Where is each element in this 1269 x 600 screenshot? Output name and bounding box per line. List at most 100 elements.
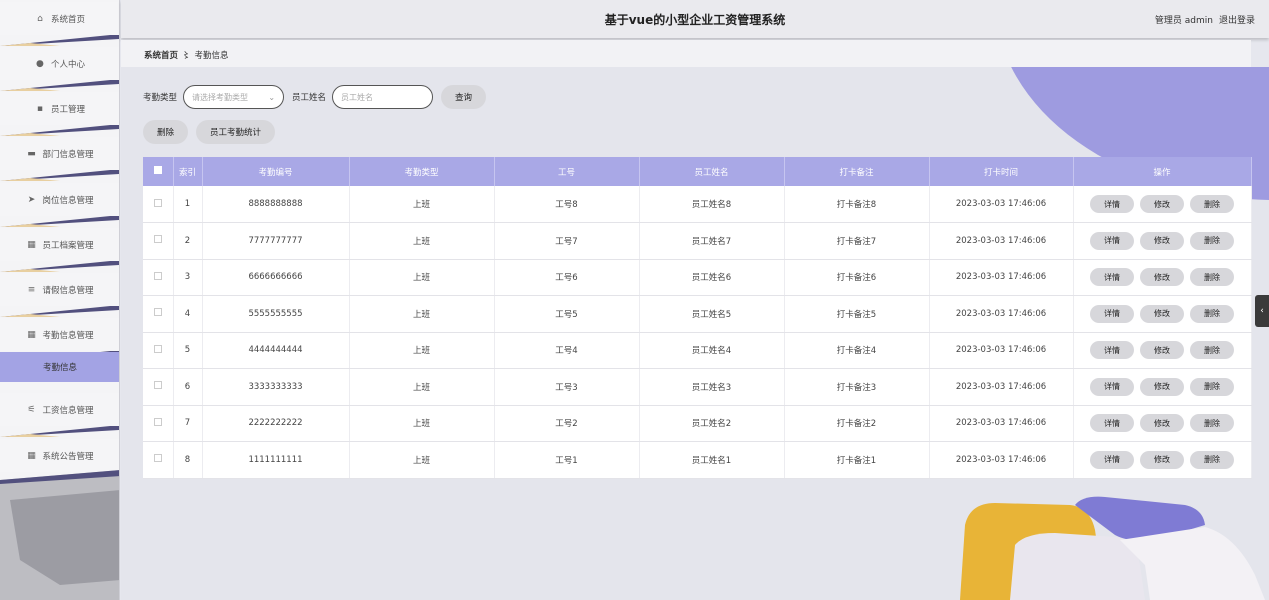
row-delete-button[interactable]: 删除: [1190, 414, 1234, 433]
column-header: 工号: [494, 157, 640, 186]
type-select[interactable]: 请选择考勤类型 ⌄: [183, 85, 285, 109]
row-delete-button[interactable]: 删除: [1190, 304, 1234, 323]
detail-button[interactable]: 详情: [1090, 414, 1134, 433]
sidebar-divider: [0, 215, 119, 227]
type-label: 考勤类型: [143, 93, 178, 103]
row-delete-button[interactable]: 删除: [1190, 450, 1234, 469]
cell-type: 上班: [349, 186, 495, 223]
sidebar-item-label: 岗位信息管理: [42, 195, 94, 206]
sidebar-divider: [0, 260, 119, 272]
edit-button[interactable]: 修改: [1140, 414, 1184, 433]
sidebar-item-7[interactable]: ≡ 请假信息管理: [0, 273, 119, 306]
sidebar-divider: [0, 34, 119, 46]
sidebar-item-4[interactable]: ▬ 部门信息管理: [0, 137, 119, 170]
detail-button[interactable]: 详情: [1090, 341, 1134, 360]
detail-button[interactable]: 详情: [1090, 377, 1134, 396]
cell-code: 4444444444: [202, 332, 350, 369]
attendance-stats-button[interactable]: 员工考勤统计: [196, 120, 276, 144]
collapse-handle[interactable]: ‹: [1255, 295, 1269, 327]
edit-button[interactable]: 修改: [1140, 341, 1184, 360]
sidebar-item-1[interactable]: ⌂ 系统首页: [0, 2, 119, 35]
cell-name: 员工姓名8: [639, 186, 785, 223]
sidebar: ⌂ 系统首页 ● 个人中心 ▪ 员工管理 ▬ 部门信息管理 ➤ 岗位信息管理 ▦ 员工档案管理 ≡ 请假信…: [0, 0, 120, 600]
edit-button[interactable]: 修改: [1140, 195, 1184, 213]
cell-idx: 5: [173, 332, 203, 369]
logout-link[interactable]: 退出登录: [1219, 13, 1255, 26]
grid-icon: ▦: [27, 329, 36, 340]
column-header: 打卡时间: [929, 157, 1074, 186]
query-button[interactable]: 查询: [441, 85, 487, 109]
row-checkbox[interactable]: [143, 441, 174, 479]
sidebar-item-10[interactable]: ▦ 系统公告管理: [0, 439, 119, 472]
menu-icon: ≡: [27, 284, 36, 295]
action-bar: 删除 员工考勤统计: [143, 120, 276, 144]
row-delete-button[interactable]: 删除: [1190, 195, 1234, 213]
row-actions: 详情 修改 删除: [1073, 405, 1252, 442]
table-row: 3 6666666666 上班 工号6 员工姓名6 打卡备注6 2023-03-03 17:…: [143, 259, 1252, 296]
cell-type: 上班: [349, 368, 495, 406]
cell-code: 2222222222: [202, 405, 350, 442]
sidebar-item-label: 个人中心: [50, 59, 85, 70]
cell-no: 工号4: [494, 332, 640, 369]
row-delete-button[interactable]: 删除: [1190, 341, 1234, 360]
cell-time: 2023-03-03 17:46:06: [929, 186, 1074, 223]
row-checkbox[interactable]: [143, 368, 174, 406]
cell-no: 工号2: [494, 405, 640, 442]
row-checkbox[interactable]: [143, 259, 174, 296]
detail-button[interactable]: 详情: [1090, 268, 1134, 287]
row-actions: 详情 修改 删除: [1073, 332, 1252, 369]
cell-idx: 1: [173, 186, 203, 223]
user-area: 管理员 admin 退出登录: [1155, 13, 1255, 26]
cell-idx: 7: [173, 405, 203, 442]
sidebar-item-9[interactable]: ⚟ 工资信息管理: [0, 393, 119, 426]
table-row: 5 4444444444 上班 工号4 员工姓名4 打卡备注4 2023-03-03 17:…: [143, 332, 1252, 369]
cell-type: 上班: [349, 222, 495, 260]
detail-button[interactable]: 详情: [1090, 231, 1134, 250]
home-icon: ⌂: [37, 13, 43, 24]
row-delete-button[interactable]: 删除: [1190, 231, 1234, 250]
grid-icon: ▦: [27, 450, 36, 461]
row-checkbox[interactable]: [143, 222, 174, 260]
row-actions: 详情 修改 删除: [1073, 295, 1252, 333]
sidebar-item-5[interactable]: ➤ 岗位信息管理: [0, 183, 119, 216]
row-checkbox[interactable]: [143, 405, 174, 442]
sidebar-decoration: [0, 470, 119, 600]
row-delete-button[interactable]: 删除: [1190, 268, 1234, 287]
detail-button[interactable]: 详情: [1090, 195, 1134, 213]
column-header: 考勤类型: [349, 157, 495, 186]
cell-code: 6666666666: [202, 259, 350, 296]
table-header-row: 索引 考勤编号 考勤类型 工号 员工姓名 打卡备注 打卡时间 操作: [143, 157, 1252, 186]
cell-no: 工号7: [494, 222, 640, 260]
row-checkbox[interactable]: [143, 332, 174, 369]
edit-button[interactable]: 修改: [1140, 450, 1184, 469]
row-checkbox[interactable]: [143, 186, 174, 223]
detail-button[interactable]: 详情: [1090, 450, 1134, 469]
cell-code: 1111111111: [202, 441, 350, 479]
type-select-placeholder: 请选择考勤类型: [192, 92, 249, 102]
sliders-icon: ⚟: [27, 404, 36, 415]
cell-time: 2023-03-03 17:46:06: [929, 295, 1074, 333]
detail-button[interactable]: 详情: [1090, 304, 1134, 323]
sidebar-item-2[interactable]: ● 个人中心: [0, 47, 119, 80]
edit-button[interactable]: 修改: [1140, 231, 1184, 250]
cell-note: 打卡备注5: [784, 295, 930, 333]
sidebar-item-8[interactable]: ▦ 考勤信息管理: [0, 318, 119, 351]
sidebar-item-3[interactable]: ▪ 员工管理: [0, 92, 119, 125]
row-checkbox[interactable]: [143, 295, 174, 333]
sidebar-subitem-attendance[interactable]: 考勤信息: [0, 352, 119, 382]
cell-type: 上班: [349, 332, 495, 369]
cell-time: 2023-03-03 17:46:06: [929, 441, 1074, 479]
row-delete-button[interactable]: 删除: [1190, 377, 1234, 396]
row-actions: 详情 修改 删除: [1073, 259, 1252, 296]
edit-button[interactable]: 修改: [1140, 304, 1184, 323]
delete-button[interactable]: 删除: [143, 120, 189, 144]
cell-note: 打卡备注7: [784, 222, 930, 260]
breadcrumb-home[interactable]: 系统首页: [144, 49, 178, 61]
sidebar-item-6[interactable]: ▦ 员工档案管理: [0, 228, 119, 261]
name-input[interactable]: 员工姓名: [332, 85, 434, 109]
select-all-checkbox[interactable]: [143, 157, 174, 186]
edit-button[interactable]: 修改: [1140, 268, 1184, 287]
edit-button[interactable]: 修改: [1140, 377, 1184, 396]
cell-code: 5555555555: [202, 295, 350, 333]
cell-code: 3333333333: [202, 368, 350, 406]
